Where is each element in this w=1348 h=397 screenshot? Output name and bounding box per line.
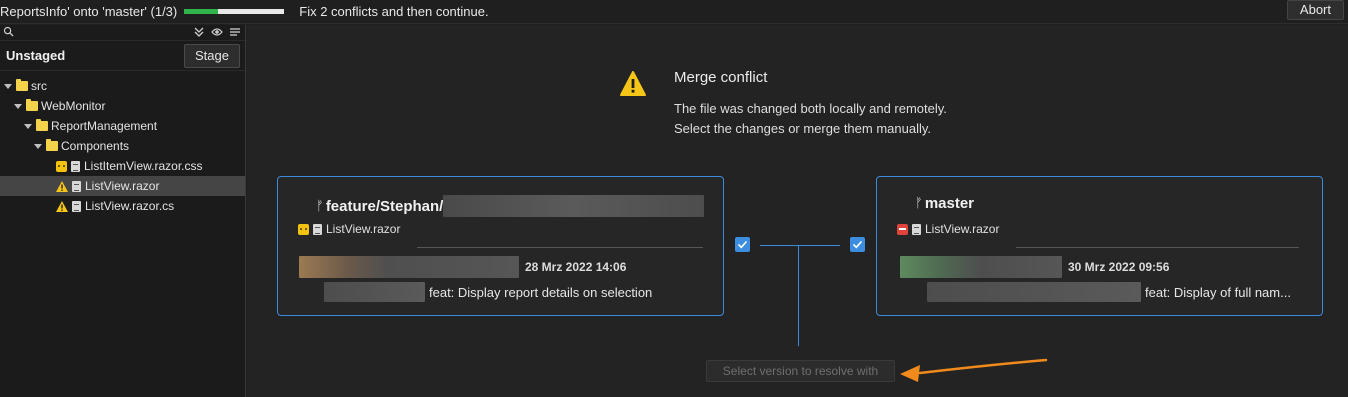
- deleted-badge-icon: [897, 223, 908, 235]
- remote-commit-message-row: feat: Display of full nam...: [927, 282, 1291, 302]
- tree-item-label: ListView.razor.cs: [85, 199, 175, 213]
- caret-down-icon[interactable]: [3, 81, 13, 91]
- remote-file-name: ListView.razor: [925, 222, 1000, 236]
- tree-item-listview-razor-cs[interactable]: ListView.razor.cs: [0, 196, 245, 216]
- resolve-button[interactable]: Select version to resolve with: [706, 360, 895, 382]
- divider: [1016, 247, 1299, 248]
- branch-icon: ᚠ: [316, 198, 324, 214]
- caret-down-icon[interactable]: [13, 101, 23, 111]
- remote-branch: ᚠ master: [915, 195, 974, 212]
- remote-commit-info: 30 Mrz 2022 09:56: [900, 256, 1169, 278]
- tree-item-label: ReportManagement: [51, 119, 158, 133]
- stage-button[interactable]: Stage: [184, 43, 240, 68]
- check-icon: [852, 240, 863, 249]
- file-tree: src WebMonitor ReportManagement Componen…: [0, 76, 245, 216]
- remote-file: ListView.razor: [897, 222, 999, 236]
- unstaged-header: Unstaged Stage: [0, 41, 245, 71]
- local-version-card[interactable]: ᚠ feature/Stephan/ ListView.razor 28 Mrz…: [277, 176, 724, 316]
- tree-item-label: WebMonitor: [41, 99, 106, 113]
- rebase-status-text: Fix 2 conflicts and then continue.: [299, 4, 489, 19]
- local-branch-name: feature/Stephan/: [325, 197, 444, 215]
- tree-item-components[interactable]: Components: [0, 136, 245, 156]
- select-local-checkbox[interactable]: [735, 237, 750, 252]
- tree-item-listview-razor[interactable]: ListView.razor: [0, 176, 245, 196]
- tree-item-label: ListView.razor: [85, 179, 160, 193]
- file-icon: [313, 223, 322, 235]
- conflict-description-line2: Select the changes or merge them manuall…: [674, 121, 932, 136]
- caret-down-icon[interactable]: [23, 121, 33, 131]
- warning-icon: [56, 200, 68, 212]
- rebase-title: ReportsInfo' onto 'master' (1/3): [0, 4, 178, 19]
- modified-badge-icon: [298, 223, 309, 235]
- redacted-text: [443, 195, 705, 217]
- local-commit-message: feat: Display report details on selectio…: [429, 284, 653, 300]
- rebase-progress-fill: [184, 9, 218, 14]
- tree-item-label: ListItemView.razor.css: [84, 159, 203, 173]
- folder-icon: [26, 99, 38, 111]
- rebase-status-bar: ReportsInfo' onto 'master' (1/3) Fix 2 c…: [0, 0, 1348, 24]
- file-icon: [912, 223, 921, 235]
- branch-icon: ᚠ: [915, 196, 923, 211]
- redacted-hash: [927, 282, 1141, 302]
- annotation-arrow-icon: [900, 358, 1048, 382]
- collapse-all-icon[interactable]: [193, 26, 205, 38]
- conflict-title: Merge conflict: [674, 69, 768, 86]
- connector-line: [798, 245, 799, 346]
- tree-item-webmonitor[interactable]: WebMonitor: [0, 96, 245, 116]
- divider: [417, 247, 703, 248]
- list-view-icon[interactable]: [229, 26, 241, 38]
- file-icon: [72, 200, 81, 212]
- local-commit-date: 28 Mrz 2022 14:06: [525, 260, 627, 274]
- local-file-name: ListView.razor: [326, 222, 401, 236]
- merge-conflict-panel: Merge conflict The file was changed both…: [247, 25, 1348, 397]
- local-commit-info: 28 Mrz 2022 14:06: [299, 256, 626, 278]
- file-icon: [72, 180, 81, 192]
- select-remote-checkbox[interactable]: [850, 237, 865, 252]
- rebase-progress-bar: [184, 9, 285, 14]
- local-file: ListView.razor: [298, 222, 400, 236]
- tree-item-reportmanagement[interactable]: ReportManagement: [0, 116, 245, 136]
- tree-item-label: src: [31, 79, 47, 93]
- filter-bar[interactable]: [0, 25, 245, 41]
- eye-icon[interactable]: [211, 26, 223, 38]
- remote-commit-date: 30 Mrz 2022 09:56: [1068, 260, 1170, 274]
- redacted-avatar-author: [900, 256, 1062, 278]
- redacted-avatar-author: [299, 256, 519, 278]
- conflict-description-line1: The file was changed both locally and re…: [674, 101, 947, 116]
- sidebar: Unstaged Stage src WebMonitor ReportMana…: [0, 25, 246, 397]
- folder-icon: [36, 119, 48, 131]
- tree-item-label: Components: [61, 139, 130, 153]
- check-icon: [737, 240, 748, 249]
- warning-icon: [620, 71, 646, 96]
- unstaged-label: Unstaged: [6, 48, 66, 63]
- local-branch: ᚠ feature/Stephan/: [316, 195, 705, 217]
- remote-branch-name: master: [924, 195, 975, 212]
- abort-button[interactable]: Abort: [1286, 0, 1344, 20]
- connector-line: [760, 245, 840, 246]
- remote-commit-message: feat: Display of full nam...: [1145, 284, 1291, 300]
- modified-badge-icon: [56, 160, 67, 172]
- file-icon: [71, 160, 80, 172]
- redacted-hash: [324, 282, 425, 302]
- folder-icon: [16, 79, 28, 91]
- warning-icon: [56, 180, 68, 192]
- tree-item-src[interactable]: src: [0, 76, 245, 96]
- remote-version-card[interactable]: ᚠ master ListView.razor 30 Mrz 2022 09:5…: [876, 176, 1323, 316]
- tree-item-listitemview-css[interactable]: ListItemView.razor.css: [0, 156, 245, 176]
- caret-down-icon[interactable]: [33, 141, 43, 151]
- search-icon[interactable]: [3, 26, 14, 37]
- folder-icon: [46, 139, 58, 151]
- local-commit-message-row: feat: Display report details on selectio…: [324, 282, 652, 302]
